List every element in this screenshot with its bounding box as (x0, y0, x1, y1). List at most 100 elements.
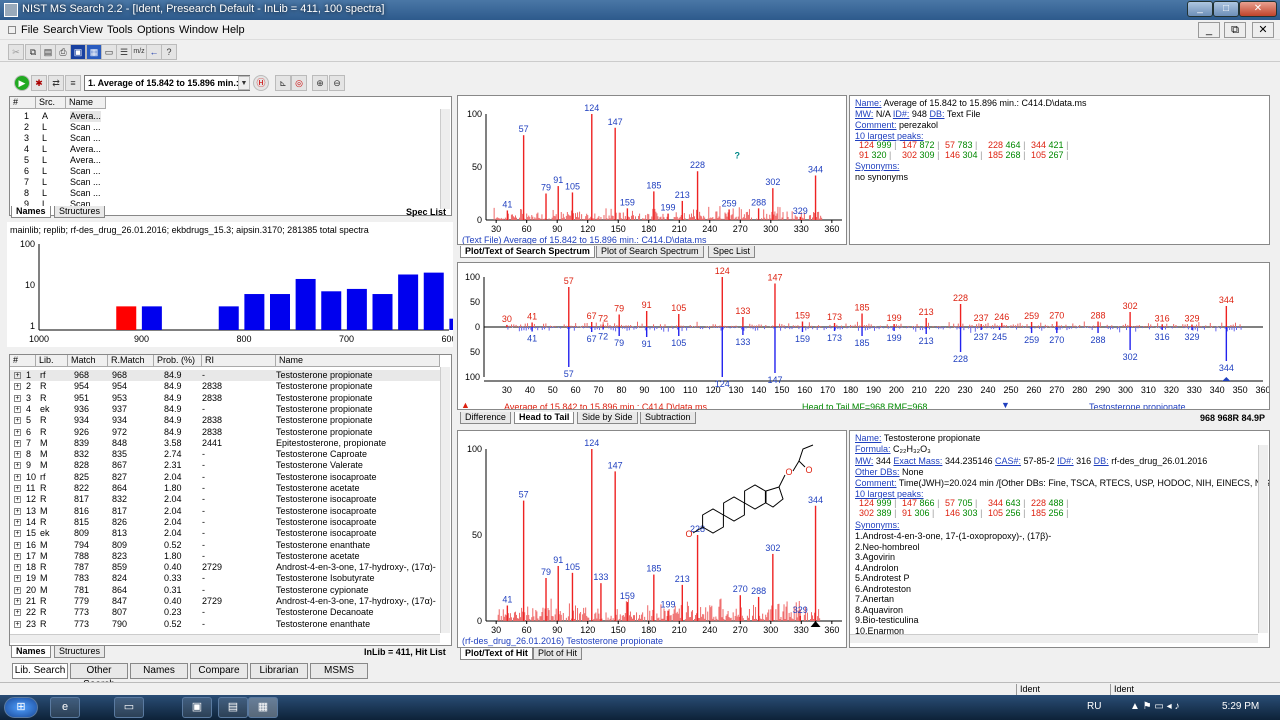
hit-row-name[interactable]: Testosterone isocaproate (276, 517, 377, 528)
id-label[interactable]: ID#: (893, 109, 910, 119)
tab-spec-list[interactable]: Spec List (708, 246, 756, 258)
spec-list-scrollbar[interactable] (440, 109, 450, 209)
help-icon[interactable]: ? (161, 44, 177, 60)
tab-hit-names[interactable]: Names (11, 646, 51, 658)
hit-row-name[interactable]: Androst-4-en-3-one, 17-hydroxy-, (17α)- (276, 562, 436, 573)
hit-row-name[interactable]: Testosterone propionate (276, 393, 373, 404)
hit-row-name[interactable]: Testosterone isocaproate (276, 506, 377, 517)
ht-red-marker[interactable]: ▲ (461, 400, 470, 409)
hit-icon[interactable]: Ⓗ (253, 75, 269, 91)
ie-icon[interactable]: e (50, 697, 80, 718)
hit-row-name[interactable]: Testosterone isocaproate (276, 528, 377, 539)
col-rmatch[interactable]: R.Match (108, 355, 154, 367)
expand-icon[interactable]: + (14, 405, 21, 413)
expand-icon[interactable]: + (14, 530, 21, 538)
copy-icon[interactable]: ⧉ (25, 44, 41, 60)
col-match[interactable]: Match (68, 355, 108, 367)
tab-head-to-tail[interactable]: Head to Tail (514, 412, 575, 424)
hit-name-label[interactable]: Name: (855, 433, 882, 443)
name-label[interactable]: Name: (855, 98, 882, 108)
go-icon[interactable]: ▶ (14, 75, 30, 91)
menu-file[interactable]: File (21, 24, 39, 36)
hit-row-name[interactable]: Testosterone acetate (276, 551, 360, 562)
search-method-icon[interactable]: ⇄ (48, 75, 64, 91)
hit-row-name[interactable]: Testosterone isocaproate (276, 472, 377, 483)
grid-icon[interactable]: ▦ (86, 44, 102, 60)
expand-icon[interactable]: + (14, 451, 21, 459)
maximize-button[interactable]: □ (1213, 1, 1239, 17)
hit-row-name[interactable]: Testosterone isocaproate (276, 494, 377, 505)
menu-window[interactable]: Window (179, 24, 218, 36)
expand-icon[interactable]: + (14, 372, 21, 379)
expand-icon[interactable]: + (14, 575, 21, 583)
hit-id-label[interactable]: ID#: (1057, 456, 1074, 466)
col-number[interactable]: # (10, 355, 36, 367)
tab-plot-search[interactable]: Plot of Search Spectrum (596, 246, 704, 258)
hit-comment-label[interactable]: Comment: (855, 478, 897, 488)
menu-view[interactable]: View (79, 24, 103, 36)
cut-icon[interactable]: ✂ (8, 44, 24, 60)
tab-names-search[interactable]: Names (130, 663, 188, 679)
expand-icon[interactable]: + (14, 462, 21, 470)
chevron-down-icon[interactable]: ▼ (238, 76, 250, 90)
hit-row-name[interactable]: Testosterone cypionate (276, 585, 369, 596)
hit-mw-label[interactable]: MW: (855, 456, 873, 466)
menu-search[interactable]: Search (43, 24, 78, 36)
synonyms-label[interactable]: Synonyms: (855, 161, 900, 171)
minimize-button[interactable]: _ (1187, 1, 1213, 17)
mdi-close-button[interactable]: ✕ (1252, 22, 1274, 38)
plot-options-icon[interactable]: ⊾ (275, 75, 291, 91)
spec-row-name[interactable]: Avera... (70, 111, 101, 122)
cas-label[interactable]: CAS#: (995, 456, 1021, 466)
expand-icon[interactable]: + (14, 518, 21, 526)
target-icon[interactable]: ◎ (291, 75, 307, 91)
hit-list-scrollbar[interactable] (440, 367, 450, 633)
nist-task[interactable]: ▦ (248, 697, 278, 718)
menu-help[interactable]: Help (222, 24, 245, 36)
hit-row-name[interactable]: Testosterone propionate (276, 427, 373, 438)
hit-row-name[interactable]: Testosterone Valerate (276, 460, 363, 471)
col-number[interactable]: # (10, 97, 36, 109)
expand-icon[interactable]: + (14, 609, 21, 617)
col-hit-name[interactable]: Name (276, 355, 440, 367)
col-prob[interactable]: Prob. (%) (154, 355, 202, 367)
print-icon[interactable]: ⎙ (55, 44, 71, 60)
list-icon[interactable]: ≡ (65, 75, 81, 91)
zoom-out-icon[interactable]: ⊖ (329, 75, 345, 91)
hit-row-name[interactable]: Testosterone propionate (276, 415, 373, 426)
app-icon-1[interactable]: ▣ (182, 697, 212, 718)
spec-row-name[interactable]: Avera... (70, 155, 101, 166)
hit-synonyms-label[interactable]: Synonyms: (855, 520, 900, 530)
expand-icon[interactable]: + (14, 552, 21, 560)
spec-row-name[interactable]: Scan ... (70, 133, 101, 144)
tab-difference[interactable]: Difference (460, 412, 511, 424)
tab-structures[interactable]: Structures (54, 206, 106, 218)
mdi-minimize-button[interactable]: _ (1198, 22, 1220, 38)
ht-blue-marker[interactable]: ▼ (1001, 400, 1010, 409)
tab-plot-text-search[interactable]: Plot/Text of Search Spectrum (460, 246, 595, 258)
menu-tools[interactable]: Tools (107, 24, 133, 36)
expand-icon[interactable]: + (14, 417, 21, 425)
expand-icon[interactable]: + (14, 586, 21, 594)
comment-label[interactable]: Comment: (855, 120, 897, 130)
hit-info-scrollbar[interactable] (1258, 445, 1268, 633)
tab-compare[interactable]: Compare (190, 663, 248, 679)
mz-icon[interactable]: m/z (131, 44, 147, 60)
expand-icon[interactable]: + (14, 620, 21, 628)
mdi-restore-button[interactable]: ⧉ (1224, 22, 1246, 38)
spectrum-select[interactable]: 1. Average of 15.842 to 15.896 min.: C41… (84, 75, 250, 91)
spec-row-name[interactable]: Scan ... (70, 166, 101, 177)
tab-lib-search[interactable]: Lib. Search (12, 663, 68, 679)
expand-icon[interactable]: + (14, 485, 21, 492)
hit-info-hscrollbar[interactable] (850, 634, 1258, 643)
table-icon[interactable]: ☰ (116, 44, 132, 60)
window-icon[interactable]: ▭ (101, 44, 117, 60)
hit-db-label[interactable]: DB: (1094, 456, 1109, 466)
col-library[interactable]: Lib. (36, 355, 68, 367)
hit-row-name[interactable]: Testosterone Isobutyrate (276, 573, 375, 584)
expand-icon[interactable]: + (14, 473, 21, 481)
expand-icon[interactable]: + (14, 564, 21, 572)
hit-row-name[interactable]: Epitestosterone, propionate (276, 438, 386, 449)
spec-row-name[interactable]: Avera... (70, 144, 101, 155)
lang-indicator[interactable]: RU (1087, 701, 1101, 712)
